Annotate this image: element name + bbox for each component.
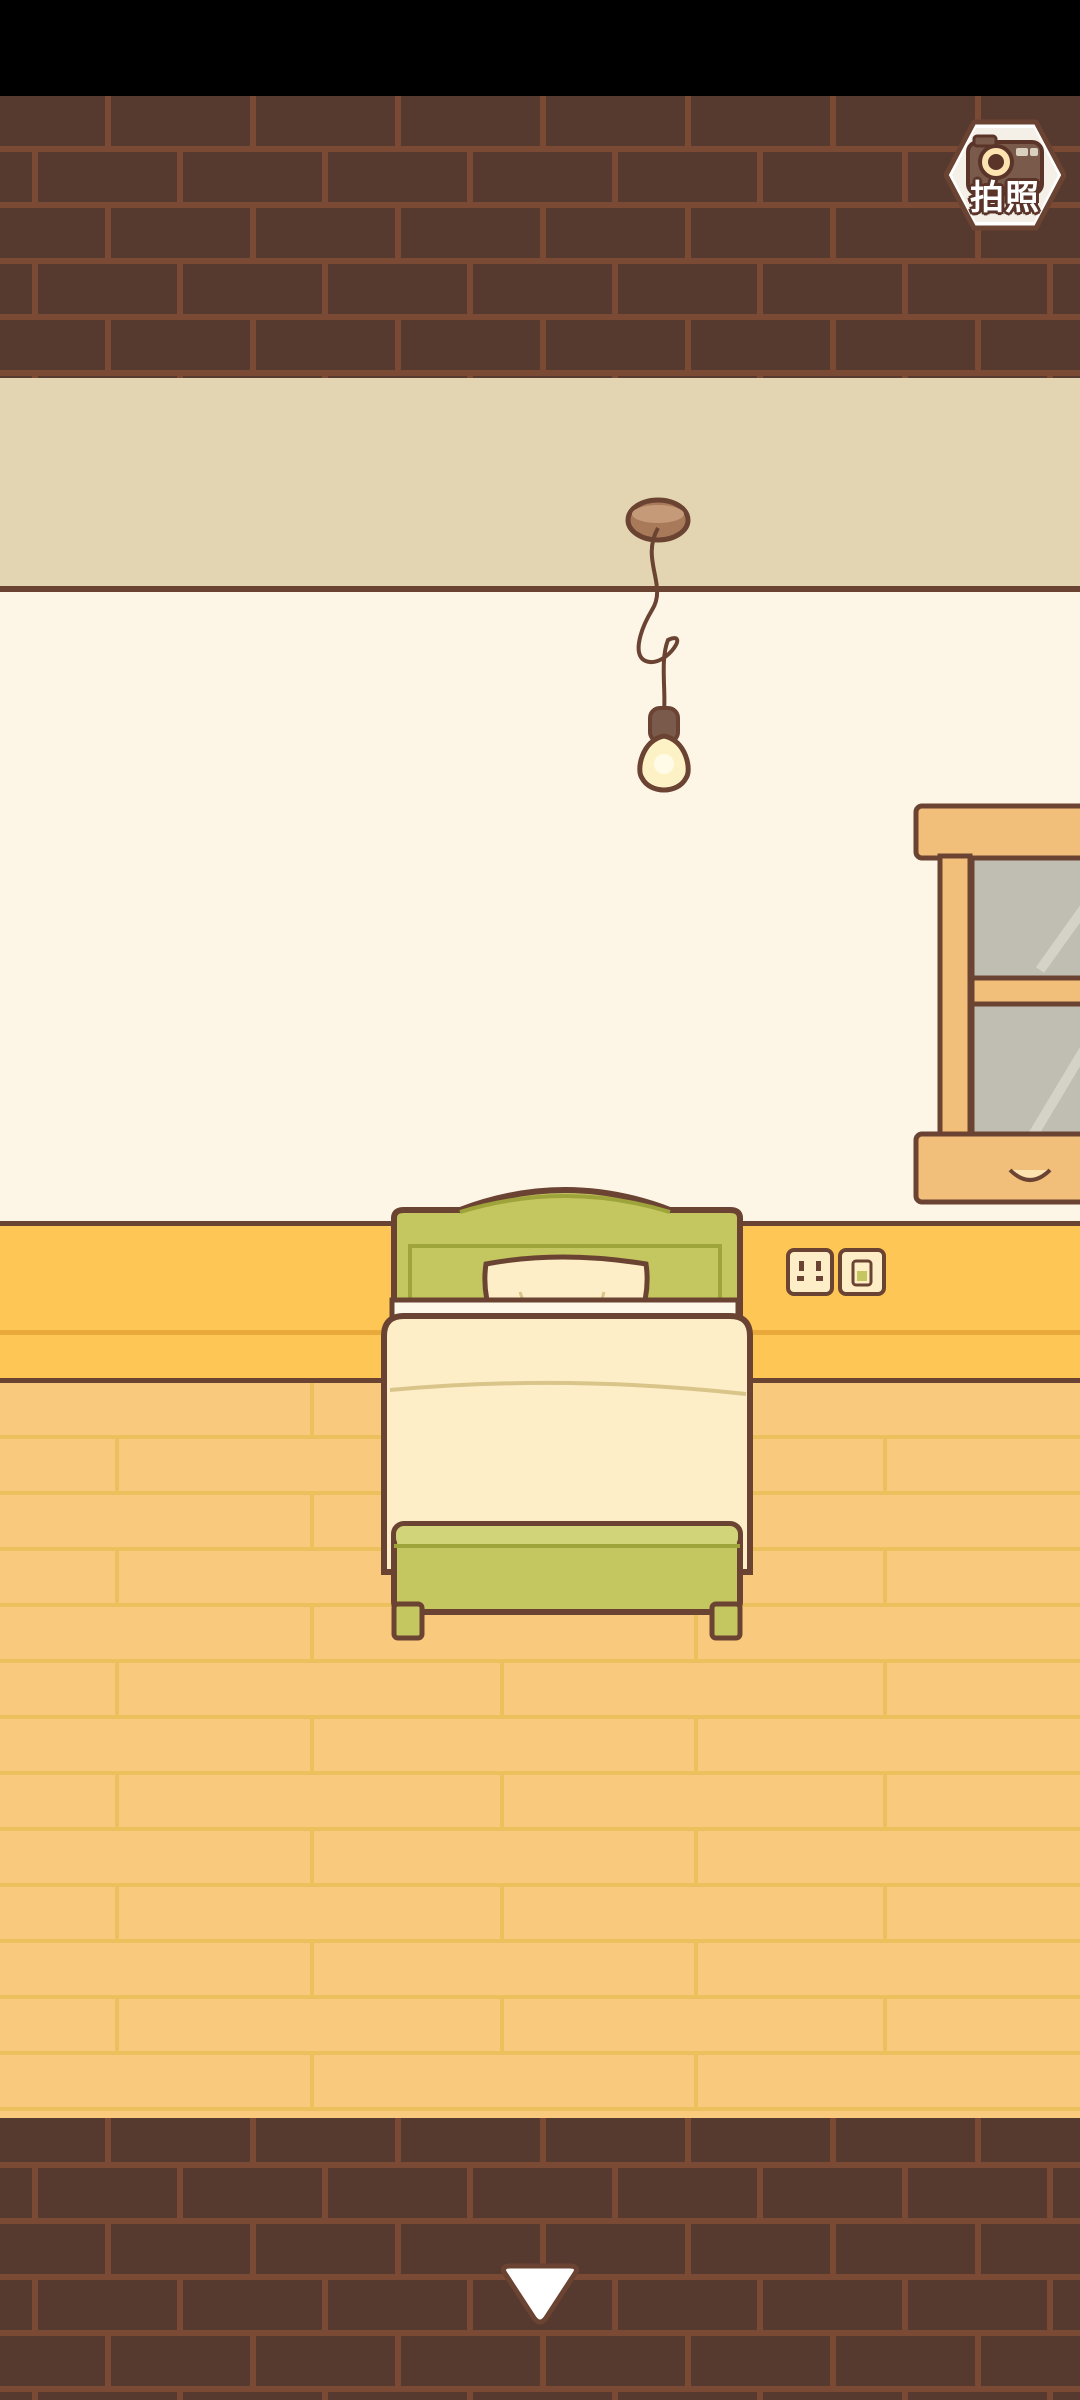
camera-icon: [966, 134, 1044, 196]
top-brick-wall: [0, 96, 1080, 378]
window[interactable]: [913, 803, 1080, 1205]
chevron-down-icon[interactable]: [496, 2262, 584, 2328]
ceiling: [0, 378, 1080, 590]
game-scene: [0, 0, 1080, 2400]
camera-button[interactable]: [944, 118, 1066, 232]
bed[interactable]: [381, 1187, 753, 1641]
wall: [0, 592, 1080, 1224]
bottom-brick-wall: [0, 2118, 1080, 2400]
status-bar: [0, 0, 1080, 96]
